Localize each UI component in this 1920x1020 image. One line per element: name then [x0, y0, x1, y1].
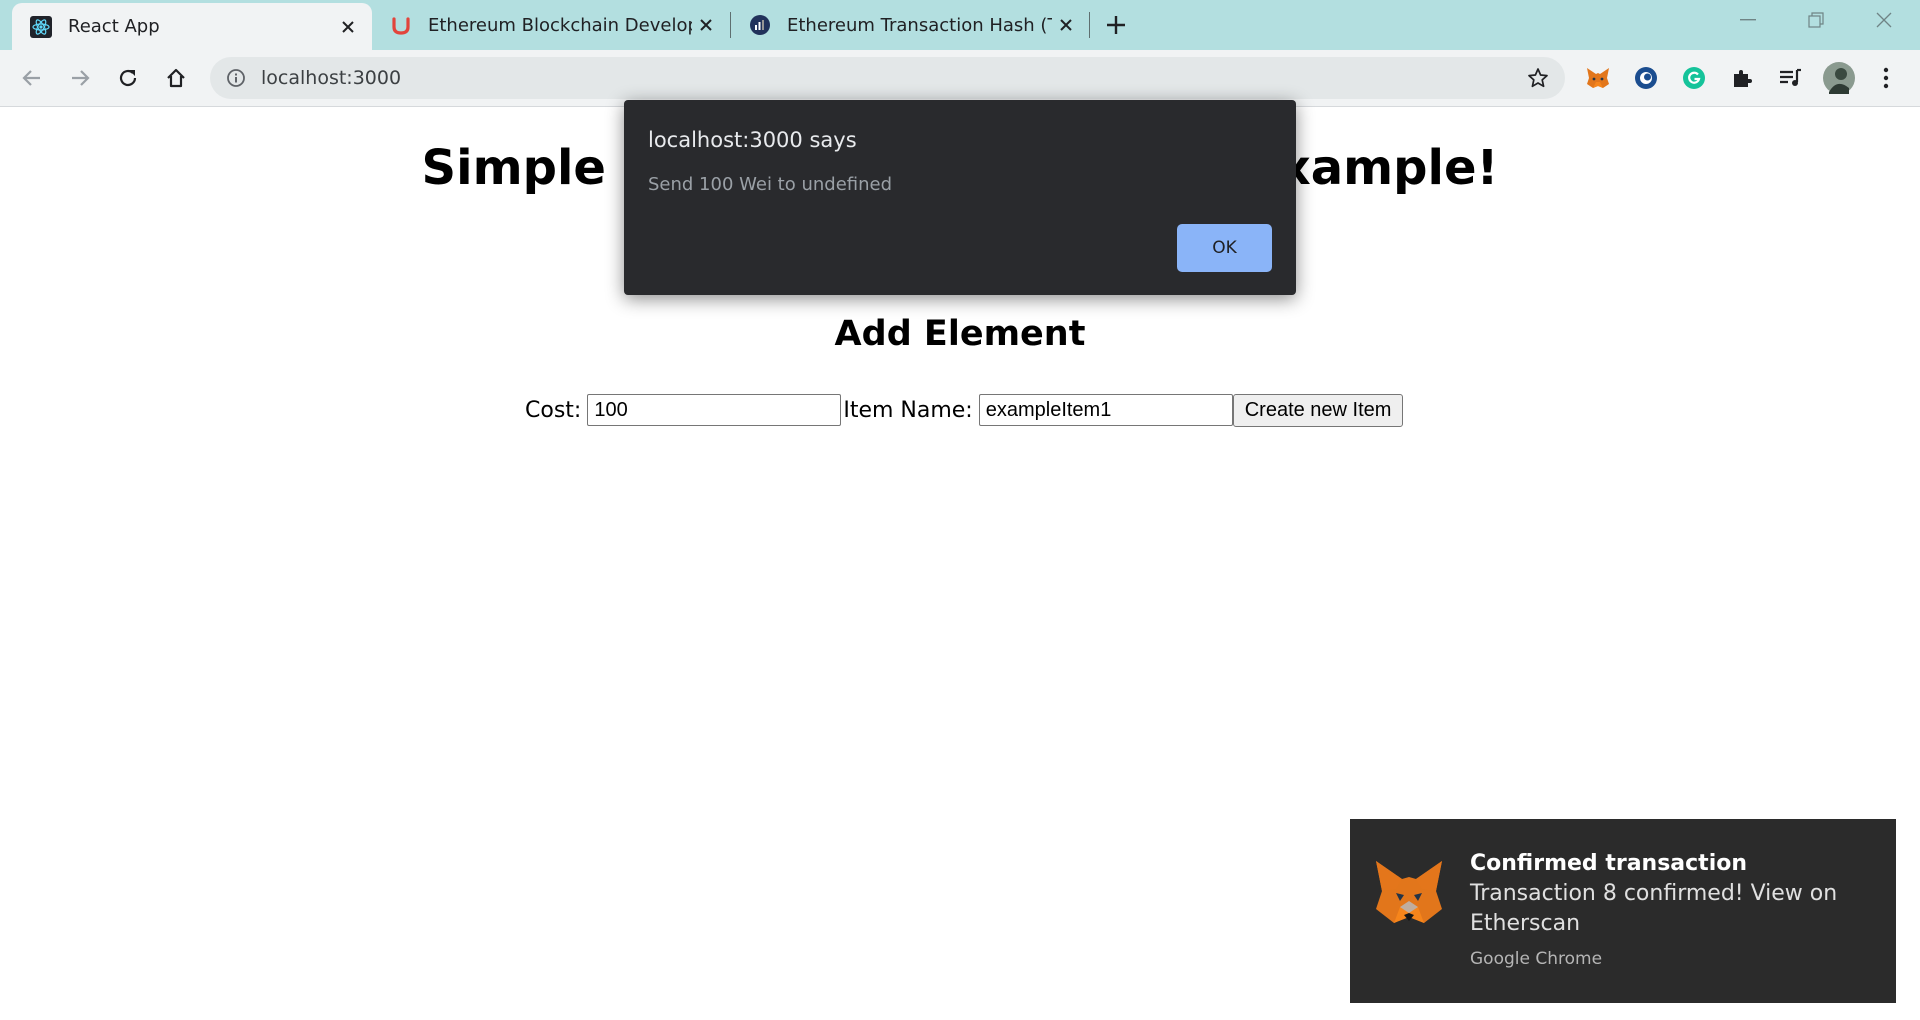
profile-avatar[interactable]	[1823, 62, 1855, 94]
item-name-label: Item Name:	[843, 397, 973, 423]
cost-label: Cost:	[525, 397, 582, 423]
notification-body: Transaction 8 confirmed! View on Ethersc…	[1470, 881, 1838, 936]
address-text: localhost:3000	[261, 67, 402, 89]
reload-icon[interactable]	[110, 60, 146, 96]
cost-input[interactable]	[587, 394, 842, 426]
browser-toolbar: localhost:3000	[0, 50, 1920, 107]
metamask-icon[interactable]	[1583, 63, 1613, 93]
back-icon[interactable]	[14, 60, 50, 96]
tab-react-app[interactable]: React App	[12, 3, 372, 50]
tab-udemy[interactable]: Ethereum Blockchain Developer B	[372, 0, 730, 50]
media-queue-icon[interactable]	[1775, 63, 1805, 93]
address-bar[interactable]: localhost:3000	[210, 57, 1565, 99]
dialog-message: Send 100 Wei to undefined	[648, 174, 893, 195]
react-icon	[30, 15, 52, 38]
dialog-title: localhost:3000 says	[648, 128, 857, 152]
close-window-icon[interactable]	[1850, 0, 1918, 40]
forward-icon[interactable]	[62, 60, 98, 96]
metamask-fox-icon	[1372, 855, 1446, 929]
close-tab-icon[interactable]	[334, 13, 362, 41]
item-name-input[interactable]	[978, 394, 1233, 426]
site-info-icon[interactable]	[224, 66, 248, 90]
etherscan-icon	[749, 14, 771, 36]
more-menu-icon[interactable]	[1871, 63, 1901, 93]
close-tab-icon[interactable]	[1052, 11, 1080, 39]
alert-dialog: localhost:3000 says Send 100 Wei to unde…	[624, 100, 1296, 295]
tab-etherscan[interactable]: Ethereum Transaction Hash (Txha	[731, 0, 1090, 50]
close-tab-icon[interactable]	[692, 11, 720, 39]
new-tab-icon[interactable]	[1100, 9, 1132, 41]
tab-title: Ethereum Transaction Hash (Txha	[787, 14, 1052, 36]
notification-source: Google Chrome	[1470, 949, 1603, 969]
create-item-button[interactable]: Create new Item	[1232, 393, 1404, 427]
ok-button[interactable]: OK	[1177, 224, 1272, 272]
restore-icon[interactable]	[1782, 0, 1850, 40]
udemy-icon	[390, 14, 412, 36]
notification-title: Confirmed transaction	[1470, 851, 1748, 876]
extension-eye-icon[interactable]	[1631, 63, 1661, 93]
minimize-icon[interactable]	[1714, 0, 1782, 40]
add-item-form: Cost: Item Name: Create new Item	[525, 393, 1404, 427]
notification-toast[interactable]: Confirmed transaction Transaction 8 conf…	[1350, 819, 1896, 1003]
tab-separator	[1089, 12, 1090, 38]
tab-title: Ethereum Blockchain Developer B	[428, 14, 692, 36]
puzzle-icon[interactable]	[1727, 63, 1757, 93]
bookmark-star-icon[interactable]	[1525, 65, 1551, 91]
section-title: Add Element	[834, 314, 1086, 354]
tab-strip: React App Ethereum Blockchain Developer …	[0, 0, 1920, 50]
tab-title: React App	[68, 16, 160, 37]
home-icon[interactable]	[158, 60, 194, 96]
grammarly-icon[interactable]	[1679, 63, 1709, 93]
